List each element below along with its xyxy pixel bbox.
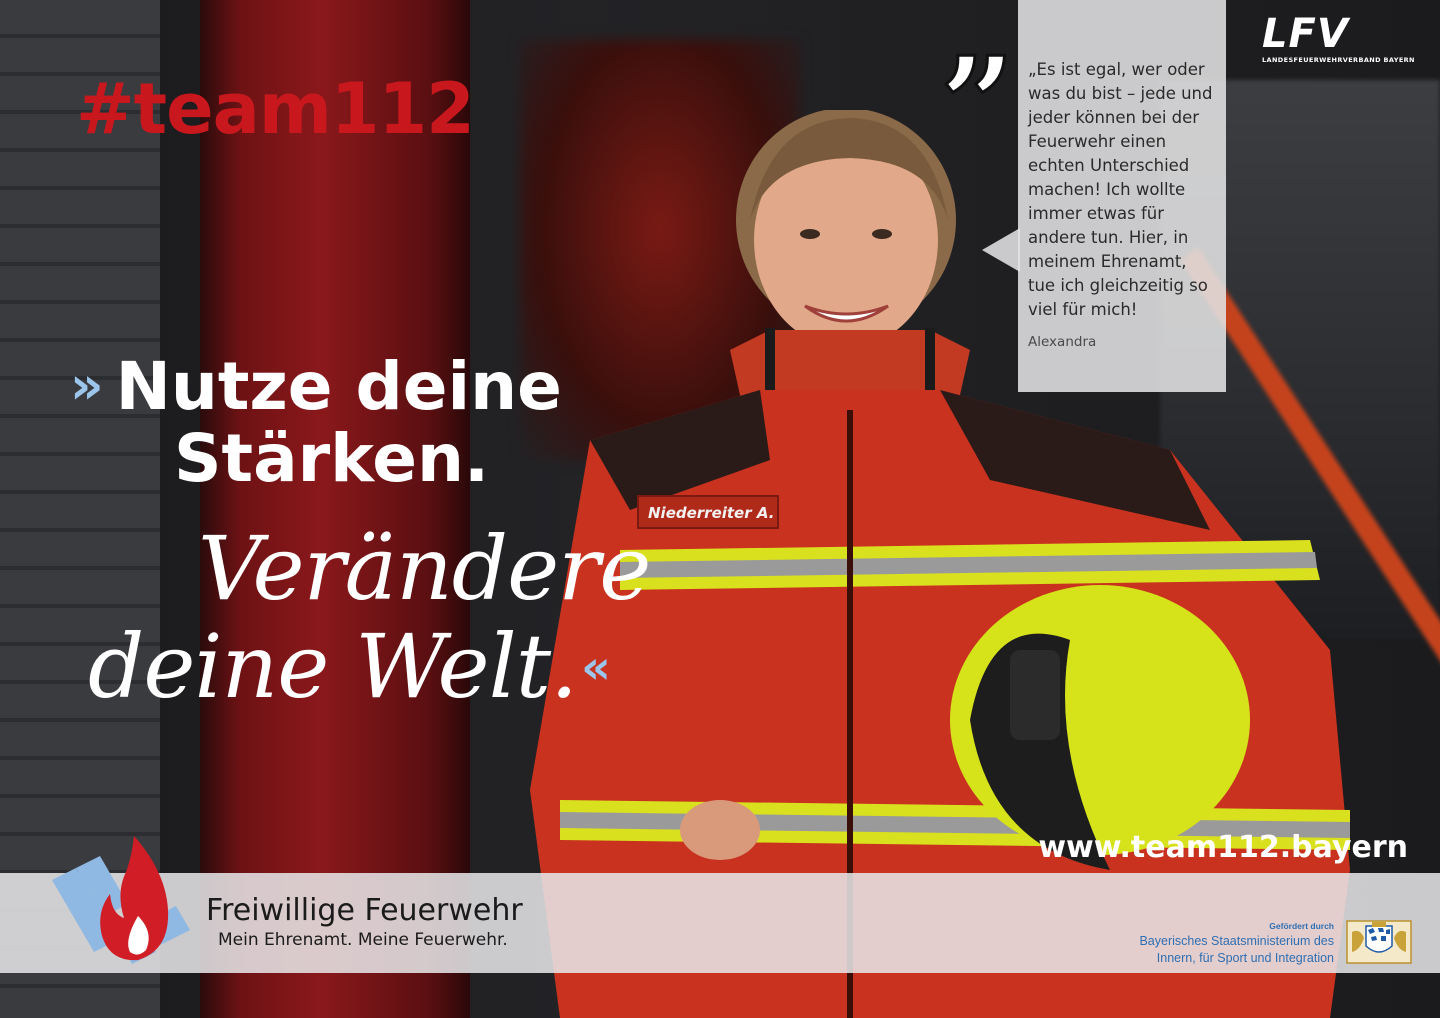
headline: » Nutze deine Stärken. [70,350,562,495]
poster: Niederreiter A. #team112 » Nutze deine St… [0,0,1440,1018]
campaign-hashtag: #team112 [76,68,475,150]
sponsor-block: Gefördert durch Bayerisches Staatsminist… [1139,921,1334,965]
testimonial-box: „Es ist egal, wer oder was du bist – jed… [1018,0,1226,392]
background-red-pillar [200,0,470,1018]
quotation-mark-icon: ” [939,28,1017,181]
lfv-logo-mark: LFV [1262,11,1349,57]
headline-line2: Stärken. [174,420,490,497]
website-url[interactable]: www.team112.bayern [1038,830,1408,865]
headline-line1: Nutze deine [115,348,562,425]
testimonial-author: Alexandra [1028,334,1097,350]
testimonial-text: „Es ist egal, wer oder was du bist – jed… [1028,60,1213,319]
sponsor-line1: Bayerisches Staatsministerium des [1139,934,1334,948]
sponsor-label: Gefördert durch [1269,921,1334,931]
speech-bubble-tail [982,228,1020,272]
sponsor-line2: Innern, für Sport und Integration [1156,951,1334,965]
lfv-logo: LFV LANDESFEUERWEHRVERBAND BAYERN [1262,14,1422,64]
banner-subtitle: Mein Ehrenamt. Meine Feuerwehr. [218,930,508,950]
headline-script: Verändere deine Welt.« [88,517,651,718]
close-quote-icon: « [581,640,611,694]
flame-logo-icon [52,836,190,964]
jacket-name-tag: Niederreiter A. [648,504,774,522]
banner-title: Freiwillige Feuerwehr [206,893,523,928]
bavarian-crest-icon [1346,920,1412,964]
headline-script-line1: Verändere [198,517,651,620]
lfv-logo-subtitle: LANDESFEUERWEHRVERBAND BAYERN [1262,56,1415,64]
headline-script-line2: deine Welt. [88,615,578,718]
open-quote-icon: » [70,356,104,416]
